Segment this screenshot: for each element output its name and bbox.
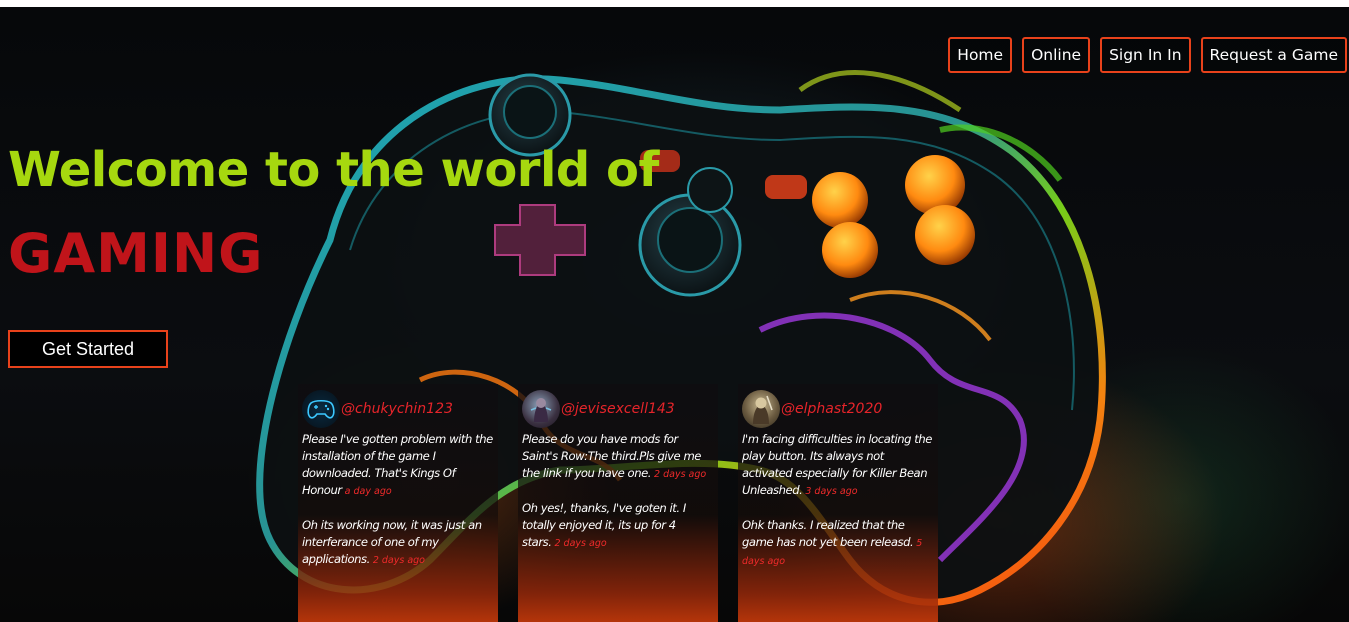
comment-text: Please I've gotten problem with the inst… [302,432,493,497]
comment-message: Ohk thanks. I realized that the game has… [742,517,934,570]
comment-message: Please do you have mods for Saint's Row:… [522,431,714,483]
get-started-button[interactable]: Get Started [8,330,168,368]
comment-username[interactable]: @chukychin123 [341,401,453,417]
comment-card: @jevisexcell143 Please do you have mods … [518,384,718,622]
top-nav: Home Online Sign In In Request a Game [948,37,1347,73]
comment-header: @chukychin123 [302,387,494,431]
character-avatar-icon [522,390,560,428]
gamepad-avatar-icon [302,390,340,428]
comment-timestamp: 2 days ago [654,469,707,480]
comment-username[interactable]: @elphast2020 [781,401,882,417]
comment-text: Ohk thanks. I realized that the game has… [742,518,914,549]
nav-online-button[interactable]: Online [1022,37,1091,73]
comment-timestamp: 2 days ago [372,555,425,566]
comment-card: @chukychin123 Please I've gotten problem… [298,384,498,622]
comment-header: @jevisexcell143 [522,387,714,431]
hero-title: Welcome to the world of [8,142,659,198]
comment-card: @elphast2020 I'm facing difficulties in … [738,384,938,622]
hero-subtitle: GAMING [8,222,264,285]
comment-timestamp: 3 days ago [805,486,858,497]
nav-sign-in-button[interactable]: Sign In In [1100,37,1191,73]
warrior-avatar-icon [742,390,780,428]
comment-message: Please I've gotten problem with the inst… [302,431,494,500]
comment-timestamp: a day ago [344,486,392,497]
top-strip [0,0,1349,7]
nav-home-button[interactable]: Home [948,37,1013,73]
comment-timestamp: 2 days ago [554,538,607,549]
nav-request-game-button[interactable]: Request a Game [1200,37,1347,73]
comment-message: Oh its working now, it was just an inter… [302,517,494,569]
comment-username[interactable]: @jevisexcell143 [561,401,675,417]
comment-header: @elphast2020 [742,387,934,431]
comment-message: Oh yes!, thanks, I've goten it. I totall… [522,500,714,552]
comment-message: I'm facing difficulties in locating the … [742,431,934,500]
